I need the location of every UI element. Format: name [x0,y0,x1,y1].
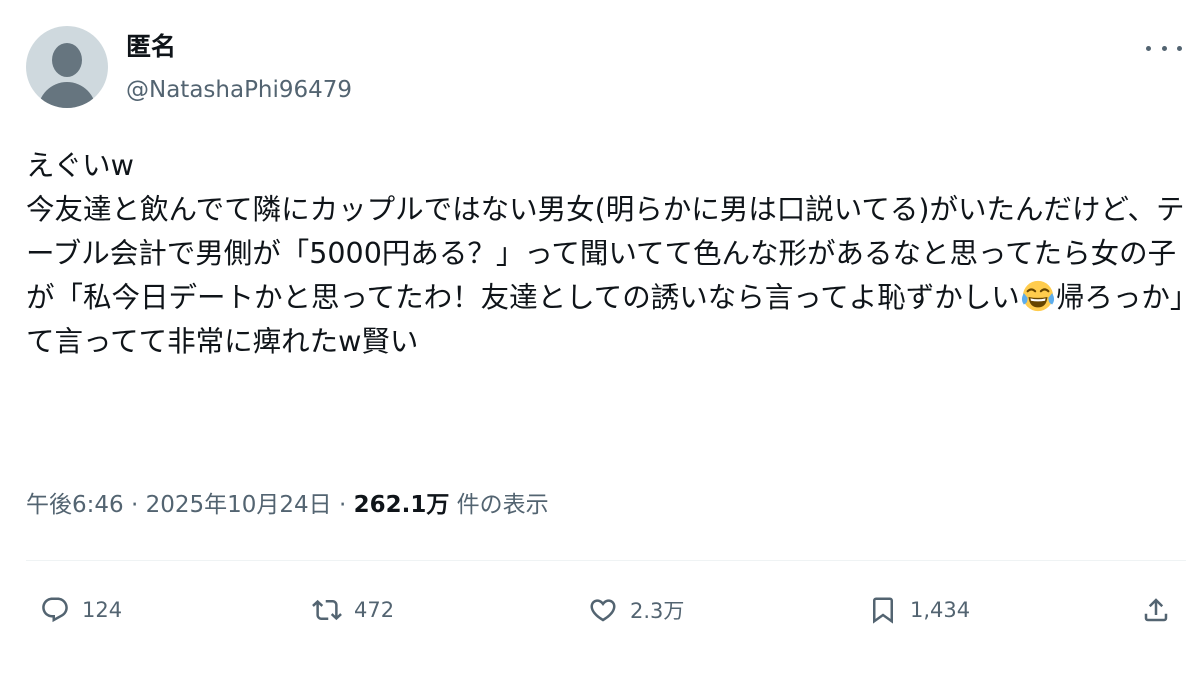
tweet-time[interactable]: 午後6:46 [26,492,124,518]
views-label: 件の表示 [449,492,549,518]
share-button[interactable] [1141,588,1171,632]
avatar-body-shape [38,82,96,108]
tweet-date[interactable]: 2025年10月24日 [146,492,332,518]
tweet-meta: 午後6:46 · 2025年10月24日 · 262.1万 件の表示 [26,488,549,522]
user-handle[interactable]: @NatashaPhi96479 [126,74,352,106]
bookmark-icon [873,597,893,624]
heart-icon [590,599,616,622]
like-count: 2.3万 [630,599,685,623]
retweet-count: 472 [354,598,395,622]
reply-button[interactable]: 124 [40,588,122,632]
meta-separator: · [123,492,146,518]
reply-icon [42,597,68,623]
retweet-icon [312,599,342,621]
views-count: 262.1万 [353,492,450,518]
tweet-text: えぐいw 今友達と飲んでて隣にカップルではない男女(明らかに男は口説いてる)がい… [26,144,1191,364]
bookmark-count: 1,434 [910,598,971,622]
face-with-tears-of-joy-icon [1021,280,1054,312]
tweet-text-part-1: えぐいw 今友達と飲んでて隣にカップルではない男女(明らかに男は口説いてる)がい… [26,149,1185,314]
share-icon [1144,598,1168,622]
tweet-header: 匿名 @NatashaPhi96479 [26,26,1186,110]
avatar-head-shape [52,43,82,77]
reply-count: 124 [82,598,123,622]
display-name[interactable]: 匿名 [126,30,176,64]
more-options-icon[interactable] [1146,38,1182,58]
like-button[interactable]: 2.3万 [588,588,684,632]
divider [26,560,1186,561]
bookmark-button[interactable]: 1,434 [868,588,970,632]
avatar[interactable] [26,26,108,108]
meta-separator-2: · [331,492,354,518]
action-bar: 124 472 2.3万 1,434 [26,588,1186,632]
retweet-button[interactable]: 472 [312,588,394,632]
